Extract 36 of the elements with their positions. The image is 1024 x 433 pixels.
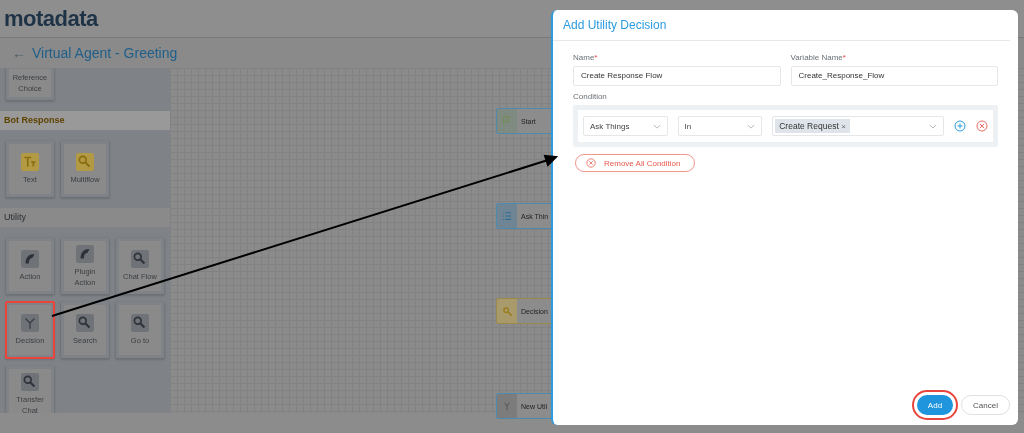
- section-title: Utility: [0, 208, 170, 227]
- add-circle-icon[interactable]: [954, 120, 966, 132]
- flag-icon: [502, 116, 512, 126]
- key-icon: [76, 153, 94, 171]
- chevron-down-icon: [652, 123, 661, 129]
- chevron-down-icon: [929, 123, 937, 129]
- back-arrow[interactable]: ←: [12, 45, 26, 61]
- split-icon: [21, 314, 39, 332]
- key-icon: [131, 314, 149, 332]
- operator-dropdown[interactable]: In: [677, 116, 763, 136]
- key-icon: [76, 314, 94, 332]
- remove-all-condition-button[interactable]: Remove All Condition: [575, 154, 696, 172]
- dialog-title: Add Utility Decision: [553, 10, 1010, 41]
- split-icon: [502, 401, 512, 411]
- section-title: Bot Response: [0, 111, 170, 130]
- value-tag: Create Request ×: [775, 119, 850, 133]
- action-icon: [76, 244, 94, 263]
- page-title: Virtual Agent - Greeting: [32, 45, 178, 61]
- list-icon: [502, 211, 512, 221]
- field-dropdown[interactable]: Ask Things: [583, 116, 668, 136]
- logo: motadata: [4, 5, 98, 32]
- chevron-down-icon: [747, 123, 756, 129]
- field-label: Condition: [573, 92, 608, 101]
- field-label: Variable Name*: [790, 53, 847, 62]
- key-icon: [131, 250, 149, 268]
- key-icon: [21, 372, 39, 391]
- field-label: Name*: [573, 53, 599, 62]
- text-format-icon: [21, 153, 39, 171]
- remove-circle-icon[interactable]: [976, 120, 988, 132]
- text-field[interactable]: Create_Response_Flow: [790, 66, 998, 86]
- cancel-button[interactable]: Cancel: [961, 395, 1010, 415]
- key-icon: [501, 305, 513, 317]
- remove-circle-icon: [586, 158, 596, 168]
- text-field[interactable]: Create Response Flow: [573, 66, 781, 86]
- value-multiselect[interactable]: Create Request ×: [772, 116, 944, 136]
- action-icon: [21, 250, 39, 268]
